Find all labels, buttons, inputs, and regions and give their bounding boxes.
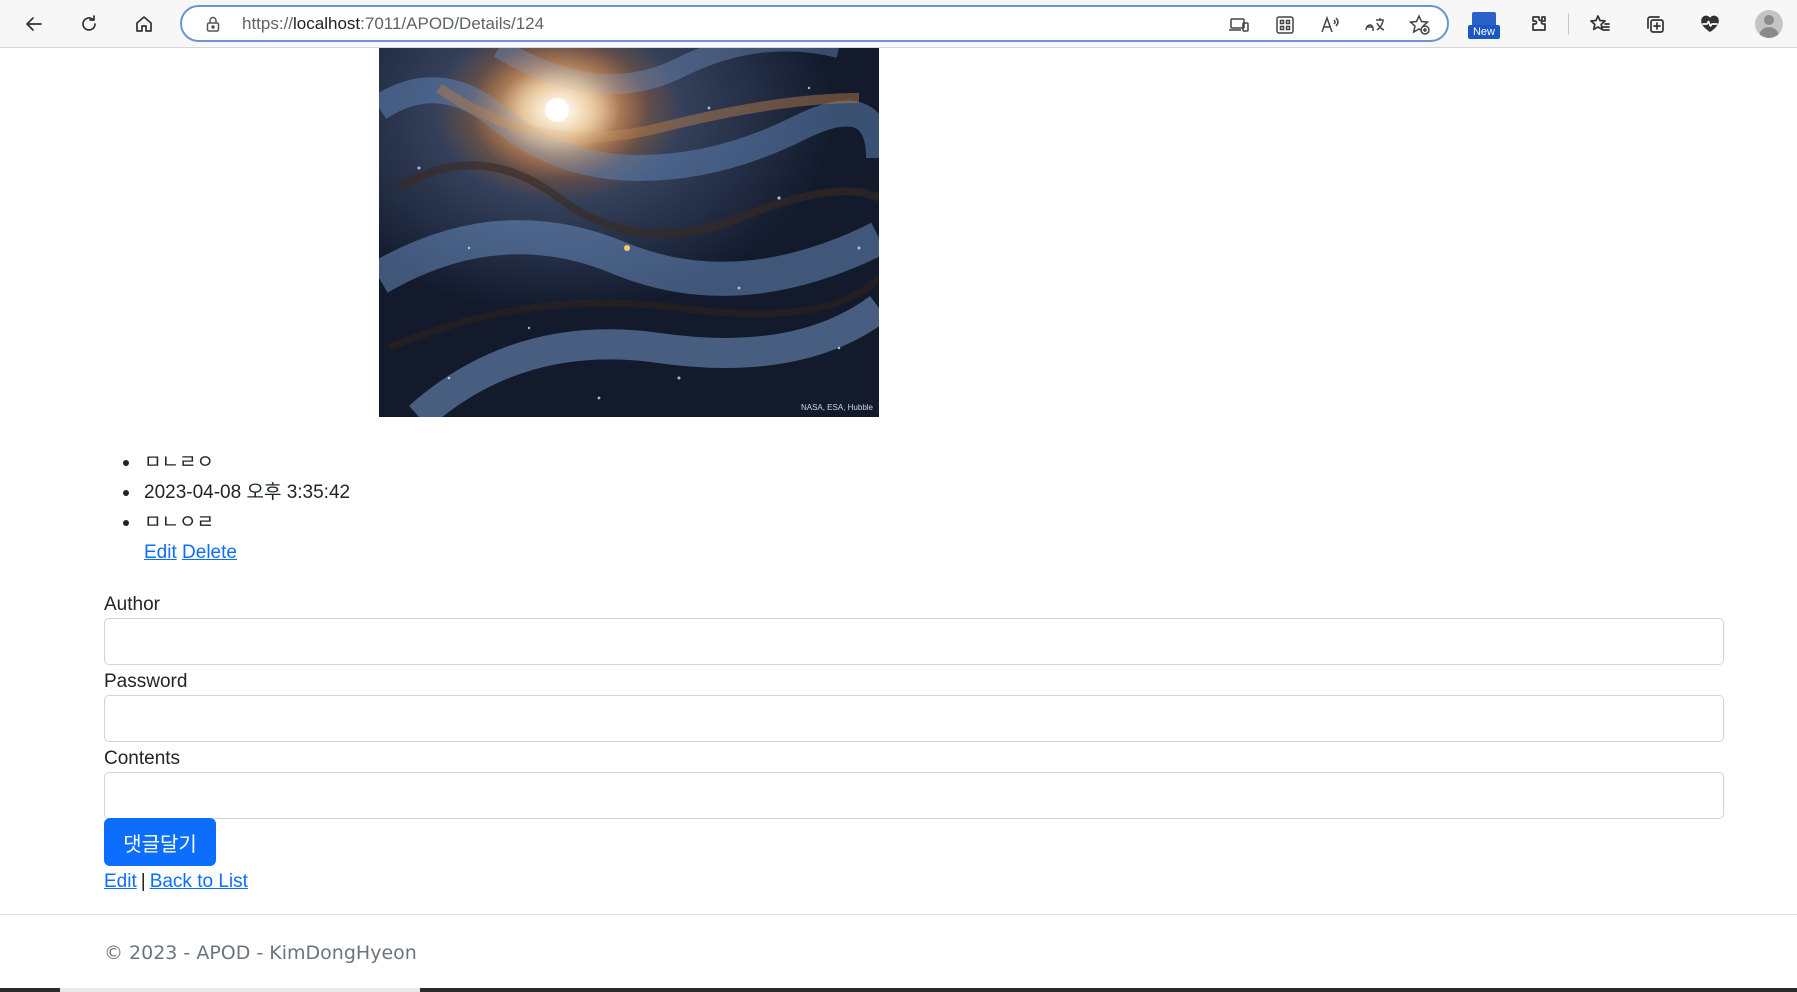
comment-form: Author Password Contents [104,592,1724,820]
new-badge-label: New [1468,25,1500,39]
browser-toolbar: https://localhost:7011/APOD/Details/124 … [0,0,1797,48]
footer-divider [0,914,1797,915]
nav-separator: | [140,871,146,892]
url-text[interactable]: https://localhost:7011/APOD/Details/124 [242,14,544,34]
profile-head [1764,15,1774,25]
refresh-icon[interactable] [71,6,107,42]
toolbar-separator [1568,13,1569,35]
profile-body [1759,27,1779,38]
apod-image: NASA, ESA, Hubble [379,48,879,417]
contents-group: Contents [104,746,1724,819]
collections-icon[interactable] [1637,6,1673,42]
contents-label: Contents [104,748,181,769]
back-to-list-link[interactable]: Back to List [150,871,248,892]
read-aloud-icon[interactable] [1319,14,1341,36]
device-icon[interactable] [1228,14,1250,36]
post-actions: Edit Delete [144,538,350,568]
taskbar-segment [60,988,420,992]
bottom-nav: Edit | Back to List [104,867,248,897]
post-info-list: ㅁㄴㄹㅇ 2023-04-08 오후 3:35:42 ㅁㄴㅇㄹ Edit Del… [122,448,350,568]
taskbar-strip [0,988,1797,992]
profile-icon[interactable] [1755,10,1783,38]
back-icon[interactable] [16,6,52,42]
contents-input[interactable] [104,772,1724,819]
author-label: Author [104,594,160,615]
image-credit: NASA, ESA, Hubble [800,403,873,412]
post-content: ㅁㄴㅇㄹ [122,508,350,538]
apps-icon[interactable] [1274,14,1296,36]
add-favorite-icon[interactable] [1408,14,1431,36]
address-bar[interactable]: https://localhost:7011/APOD/Details/124 [180,5,1449,42]
password-group: Password [104,669,1724,742]
extensions-icon[interactable] [1521,6,1557,42]
url-path: :7011/APOD/Details/124 [360,14,545,33]
home-icon[interactable] [126,6,162,42]
url-scheme: https:// [242,14,294,33]
lock-icon[interactable] [204,15,222,33]
translate-icon[interactable] [1364,14,1386,36]
author-group: Author [104,592,1724,665]
url-host: localhost [293,14,361,33]
footer-text: © 2023 - APOD - KimDongHyeon [104,942,417,964]
health-icon[interactable] [1692,6,1728,42]
password-input[interactable] [104,695,1724,742]
edit-link[interactable]: Edit [104,871,137,892]
submit-comment-button[interactable]: 댓글달기 [104,818,216,866]
whats-new-button[interactable]: New [1468,10,1500,40]
post-title: ㅁㄴㄹㅇ [122,448,350,478]
favorites-icon[interactable] [1582,6,1618,42]
post-edit-link[interactable]: Edit [144,542,177,563]
password-label: Password [104,671,188,692]
author-input[interactable] [104,618,1724,665]
post-date: 2023-04-08 오후 3:35:42 [122,478,350,508]
post-delete-link[interactable]: Delete [182,542,237,563]
